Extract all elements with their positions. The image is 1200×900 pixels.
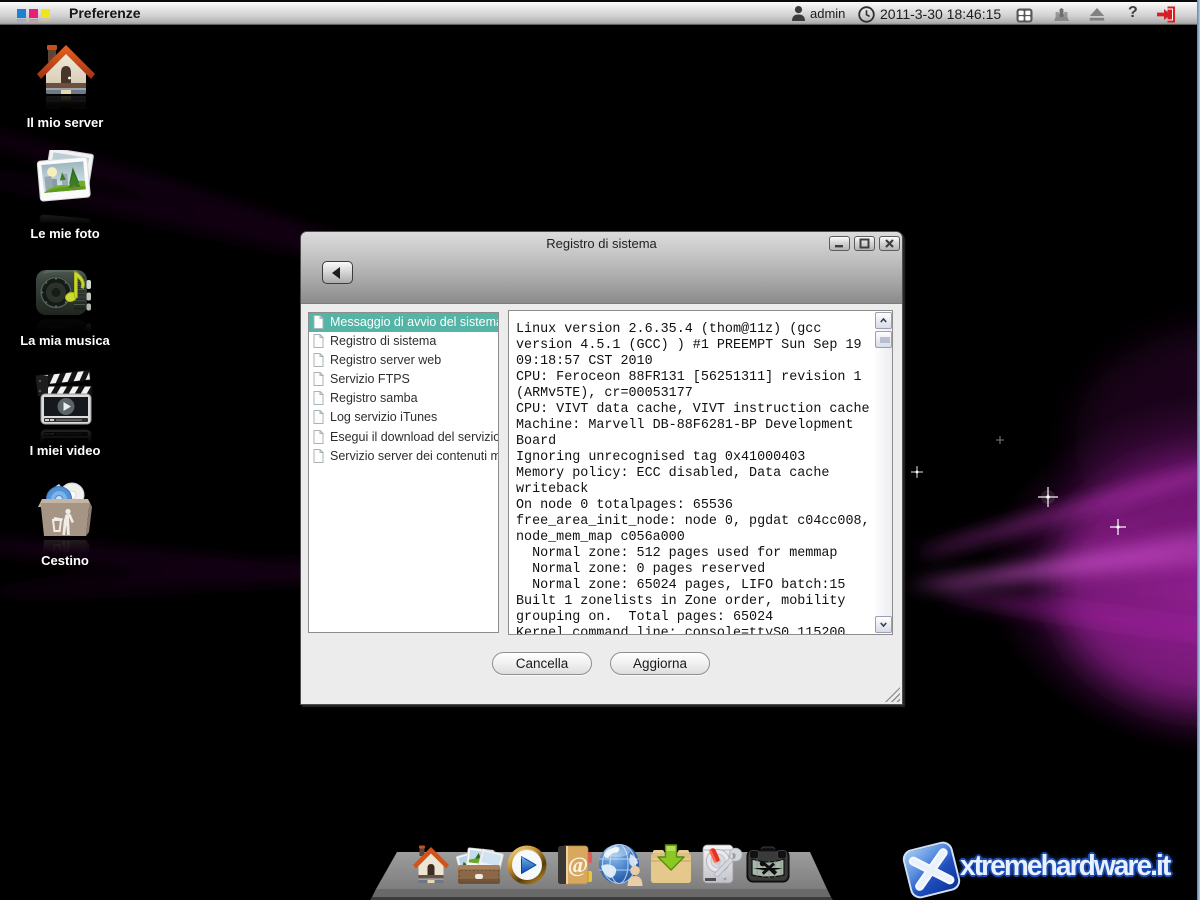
svg-text:@: @: [568, 852, 588, 877]
